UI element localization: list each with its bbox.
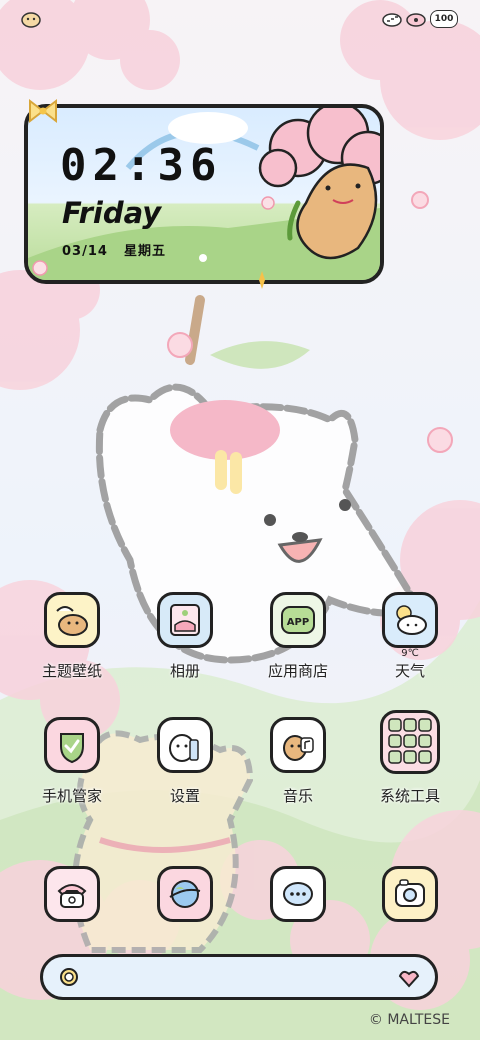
app-label: 手机管家	[41, 787, 102, 805]
weather-icon	[382, 592, 438, 648]
app-label: 音乐	[282, 787, 313, 805]
app-label: 设置	[169, 787, 200, 805]
music-icon	[270, 717, 326, 773]
assistant-icon[interactable]	[397, 966, 421, 990]
puppy-status-icon	[21, 12, 41, 28]
clock-day: Friday	[62, 196, 162, 230]
clock-widget[interactable]: 02:36 Friday 03/14 星期五	[24, 104, 384, 284]
app-music[interactable]: 音乐	[243, 717, 353, 827]
app-label: 相册	[169, 662, 200, 680]
gallery-icon	[157, 592, 213, 648]
weather-temperature: 9℃	[401, 648, 419, 659]
app-label: 主题壁纸	[41, 662, 102, 680]
camera-icon	[382, 866, 438, 922]
browser-icon	[157, 866, 213, 922]
search-bar[interactable]	[40, 954, 438, 1000]
app-phone-manager[interactable]: 手机管家	[17, 717, 127, 827]
app-theme-wallpaper[interactable]: 主题壁纸	[17, 592, 127, 702]
battery-indicator: 100	[430, 10, 458, 28]
app-system-tools-folder[interactable]: 系统工具	[355, 710, 465, 820]
date-text: 03/14	[62, 244, 108, 259]
app-label: 系统工具	[379, 787, 440, 805]
theme-wallpaper-icon	[44, 592, 100, 648]
app-label: 天气	[394, 662, 425, 680]
watermark: © MALTESE	[368, 1012, 450, 1028]
weekday-text: 星期五	[123, 244, 166, 259]
search-icon	[60, 968, 78, 986]
signal-icon	[382, 13, 402, 27]
app-store-icon: APP	[270, 592, 326, 648]
settings-icon	[157, 717, 213, 773]
messages-icon	[270, 866, 326, 922]
app-label: 应用商店	[267, 662, 328, 680]
status-bar: 100	[0, 0, 480, 36]
phone-manager-icon	[44, 717, 100, 773]
sparkle-icon	[259, 271, 265, 289]
dock-messages[interactable]	[243, 866, 353, 926]
phone-icon	[44, 866, 100, 922]
system-tools-folder-icon	[380, 710, 440, 774]
bow-icon	[29, 98, 57, 124]
clock-time: 02:36	[60, 140, 223, 191]
dock-camera[interactable]	[355, 866, 465, 926]
app-gallery[interactable]: 相册	[130, 592, 240, 702]
dock-browser[interactable]	[130, 866, 240, 926]
app-settings[interactable]: 设置	[130, 717, 240, 827]
dock-phone[interactable]	[17, 866, 127, 926]
app-store-badge: APP	[287, 617, 309, 628]
wifi-icon	[406, 13, 426, 27]
app-weather[interactable]: 9℃ 天气	[355, 592, 465, 702]
app-store[interactable]: APP 应用商店	[243, 592, 353, 702]
clock-date: 03/14 星期五	[62, 240, 166, 259]
